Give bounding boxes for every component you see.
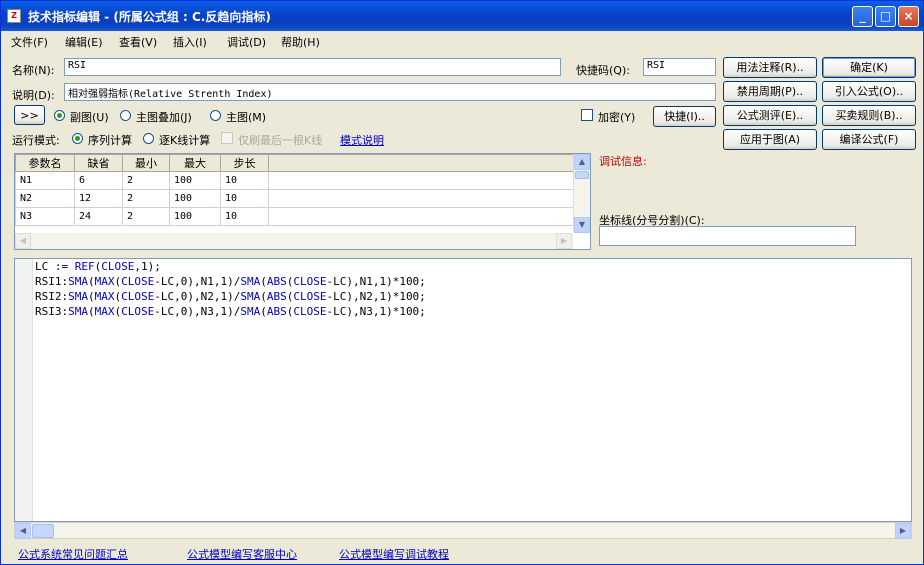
radio-sub-chart-label: 副图(U) [70,111,109,124]
col-header-default: 缺省 [74,154,123,172]
radio-seq-calc-label: 序列计算 [88,134,132,147]
title-bar[interactable]: Z 技术指标编辑 - (所属公式组 : C.反趋向指标) _ □ × [1,1,923,31]
usage-button[interactable]: 用法注释(R).. [723,57,817,78]
evaluate-button[interactable]: 公式测评(E).. [723,105,817,126]
minimize-button[interactable]: _ [852,6,873,27]
only-last-checkbox [221,132,233,144]
table-cell[interactable]: 10 [220,171,269,190]
table-cell[interactable]: 100 [169,189,221,208]
radio-seq-calc[interactable] [72,133,83,144]
faq-link[interactable]: 公式系统常见问题汇总 [18,546,128,562]
table-cell[interactable]: N2 [15,189,75,208]
radio-kline-calc-label: 逐K线计算 [159,134,211,147]
table-cell[interactable]: 24 [74,207,123,226]
disable-period-button[interactable]: 禁用周期(P).. [723,81,817,102]
encrypt-label: 加密(Y) [598,111,636,124]
code-text[interactable]: LC := REF(CLOSE,1); RSI1:SMA(MAX(CLOSE-LC… [35,259,426,319]
col-header-max: 最大 [169,154,221,172]
scroll-down-icon[interactable]: ▼ [574,217,590,233]
table-cell[interactable]: 2 [122,189,170,208]
table-cell[interactable]: 100 [169,171,221,190]
expand-button[interactable]: >> [14,105,45,125]
import-formula-button[interactable]: 引入公式(O).. [822,81,916,102]
apply-chart-button[interactable]: 应用于图(A) [723,129,817,150]
table-cell[interactable]: N1 [15,171,75,190]
scroll-thumb[interactable] [32,524,54,538]
quick-button[interactable]: 快捷(I).. [653,106,716,127]
menu-file[interactable]: 文件(F) [11,34,48,50]
menu-debug[interactable]: 调试(D) [227,34,266,50]
compile-button[interactable]: 编译公式(F) [822,129,916,150]
trade-rule-button[interactable]: 买卖规则(B).. [822,105,916,126]
desc-field[interactable]: 相对强弱指标(Relative Strenth Index) [64,83,716,101]
scroll-thumb[interactable] [575,171,589,179]
menu-bar: 文件(F) 编辑(E) 查看(V) 插入(I) 调试(D) 帮助(H) [1,31,923,50]
code-line[interactable]: RSI1:SMA(MAX(CLOSE-LC,0),N1,1)/SMA(ABS(C… [35,274,426,289]
table-cell[interactable]: 100 [169,207,221,226]
radio-sub-chart[interactable] [54,110,65,121]
table-cell[interactable]: 2 [122,207,170,226]
formula-editor-window: Z 技术指标编辑 - (所属公式组 : C.反趋向指标) _ □ × 文件(F)… [0,0,924,565]
close-button[interactable]: × [898,6,919,27]
table-row[interactable]: N2 12 2 100 10 [15,189,574,208]
maximize-button[interactable]: □ [875,6,896,27]
support-center-link[interactable]: 公式模型编写客服中心 [187,546,297,562]
radio-main-overlay-label: 主图叠加(J) [136,111,192,124]
radio-kline-calc[interactable] [143,133,154,144]
table-row[interactable]: N3 24 2 100 10 [15,207,574,226]
params-table[interactable]: 参数名 缺省 最小 最大 步长 N1 6 2 100 10 N2 12 2 10… [14,153,591,250]
name-field[interactable]: RSI [64,58,561,76]
desc-label: 说明(D): [12,89,55,102]
table-cell[interactable]: 12 [74,189,123,208]
scroll-left-icon[interactable]: ◀ [15,523,31,539]
col-header-name: 参数名 [15,154,75,172]
encrypt-checkbox[interactable] [581,109,593,121]
table-cell[interactable]: N3 [15,207,75,226]
code-line[interactable]: LC := REF(CLOSE,1); [35,259,426,274]
only-last-label: 仅刷最后一根K线 [238,134,323,147]
col-header-step: 步长 [220,154,269,172]
axis-line-field[interactable] [599,226,856,246]
app-icon: Z [7,9,21,23]
code-line[interactable]: RSI3:SMA(MAX(CLOSE-LC,0),N3,1)/SMA(ABS(C… [35,304,426,319]
table-cell[interactable]: 2 [122,171,170,190]
scroll-left-icon[interactable]: ◀ [15,233,31,249]
scroll-right-icon[interactable]: ▶ [895,523,911,539]
col-header-min: 最小 [122,154,170,172]
radio-main-overlay[interactable] [120,110,131,121]
menu-edit[interactable]: 编辑(E) [65,34,103,50]
radio-main-chart-label: 主图(M) [226,111,267,124]
params-vscroll[interactable]: ▲ ▼ [573,154,590,233]
name-label: 名称(N): [12,64,55,77]
shortcut-field[interactable]: RSI [643,58,716,76]
params-hscroll[interactable]: ◀ ▶ [15,233,573,249]
scroll-up-icon[interactable]: ▲ [574,154,590,170]
ok-button[interactable]: 确定(K) [822,57,916,78]
editor-gutter [15,259,33,521]
debug-info-label: 调试信息: [599,155,647,168]
menu-insert[interactable]: 插入(I) [173,34,207,50]
debug-tutorial-link[interactable]: 公式模型编写调试教程 [339,546,449,562]
code-editor[interactable]: LC := REF(CLOSE,1); RSI1:SMA(MAX(CLOSE-LC… [14,258,912,522]
scroll-right-icon[interactable]: ▶ [556,233,572,249]
run-mode-label: 运行模式: [12,134,60,147]
params-header-row: 参数名 缺省 最小 最大 步长 [15,154,574,172]
editor-hscroll[interactable]: ◀ ▶ [14,522,912,539]
window-title: 技术指标编辑 - (所属公式组 : C.反趋向指标) [28,10,271,24]
mode-help-link[interactable]: 模式说明 [340,132,384,148]
table-cell[interactable]: 10 [220,189,269,208]
code-line[interactable]: RSI2:SMA(MAX(CLOSE-LC,0),N2,1)/SMA(ABS(C… [35,289,426,304]
menu-help[interactable]: 帮助(H) [281,34,320,50]
radio-main-chart[interactable] [210,110,221,121]
table-row[interactable]: N1 6 2 100 10 [15,171,574,190]
shortcut-label: 快捷码(Q): [576,64,630,77]
table-cell[interactable]: 6 [74,171,123,190]
table-cell[interactable]: 10 [220,207,269,226]
menu-view[interactable]: 查看(V) [119,34,157,50]
